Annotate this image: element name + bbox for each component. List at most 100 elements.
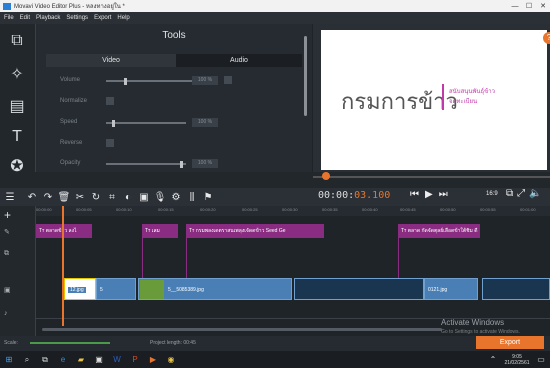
- export-button[interactable]: Export: [476, 336, 544, 349]
- scale-label: Scale:: [4, 340, 18, 346]
- tools-scrollbar[interactable]: [304, 36, 307, 116]
- speed-label: Speed: [60, 119, 78, 125]
- edge-icon[interactable]: e: [54, 355, 72, 364]
- opacity-value[interactable]: 100 %: [192, 159, 218, 168]
- volume-knob[interactable]: [124, 77, 127, 85]
- window-title: Movavi Video Editor Plus - หลงทางอยู่ใน …: [14, 4, 125, 10]
- close-button[interactable]: ✕: [536, 2, 550, 10]
- menu-settings[interactable]: Settings: [66, 15, 88, 21]
- opacity-slider[interactable]: [106, 160, 186, 168]
- video-clip[interactable]: 5: [96, 278, 136, 300]
- minimize-button[interactable]: —: [508, 3, 522, 10]
- cut-icon[interactable]: ✂: [72, 192, 88, 203]
- menu-help[interactable]: Help: [117, 15, 129, 21]
- notifications-icon[interactable]: ▭: [532, 355, 550, 364]
- audio-track-icon[interactable]: ♪: [4, 310, 8, 317]
- title-clip[interactable]: Tт ตลาด กัดจัดตุลย์เลือดข้าใต้ชิม ดี: [398, 224, 480, 238]
- ruler-tick: 00:01:00: [520, 207, 536, 212]
- menu-export[interactable]: Export: [94, 15, 111, 21]
- volume-slider[interactable]: [106, 77, 196, 85]
- video-track-icon[interactable]: ▣: [4, 286, 11, 294]
- video-clip-strip[interactable]: [294, 278, 424, 300]
- preview-scrubber-knob[interactable]: [322, 172, 330, 180]
- redo-icon[interactable]: ↷: [40, 192, 56, 203]
- play-icon[interactable]: ▶: [425, 189, 433, 200]
- volume-mute-toggle[interactable]: [224, 76, 232, 84]
- reverse-checkbox[interactable]: [106, 139, 114, 147]
- menu-edit[interactable]: Edit: [20, 15, 30, 21]
- title-clip[interactable]: Tт กรมพลงเดตราสนเพลุงเจัดดข้าว Seed Ge: [186, 224, 324, 238]
- opacity-knob[interactable]: [180, 160, 183, 168]
- import-media-icon[interactable]: ⧉: [6, 30, 28, 52]
- delete-icon[interactable]: 🗑: [56, 192, 72, 203]
- file-explorer-icon[interactable]: ▰: [72, 355, 90, 364]
- speed-slider[interactable]: [106, 119, 186, 127]
- playhead[interactable]: [62, 206, 64, 326]
- store-icon[interactable]: ▣: [90, 355, 108, 364]
- maximize-button[interactable]: ☐: [522, 2, 536, 10]
- search-icon[interactable]: ⌕: [18, 355, 36, 365]
- volume-value[interactable]: 100 %: [192, 76, 218, 85]
- equalizer-icon[interactable]: ⫼: [184, 192, 200, 203]
- ruler-tick: 00:00:10: [116, 207, 132, 212]
- menu-list-icon[interactable]: ☰: [2, 192, 18, 203]
- volume-icon[interactable]: 🔈: [529, 188, 541, 199]
- tab-audio[interactable]: Audio: [176, 54, 302, 67]
- clock[interactable]: 9:05 21/02/2561: [502, 354, 532, 366]
- volume-label: Volume: [60, 77, 81, 83]
- transitions-icon[interactable]: ▤: [6, 96, 28, 118]
- color-adjust-icon[interactable]: ◐: [120, 192, 136, 203]
- settings-gear-icon[interactable]: ⚙: [168, 192, 184, 203]
- filters-icon[interactable]: ✧: [6, 64, 28, 86]
- timeline-scrollbar[interactable]: [42, 328, 442, 331]
- next-icon[interactable]: ⏭: [439, 189, 448, 200]
- volume-row: Volume: [60, 74, 106, 86]
- title-clip[interactable]: Tт ตลาดข้าว ลงไ: [36, 224, 92, 238]
- title-clip[interactable]: Tт เลม: [142, 224, 178, 238]
- timecode-current: 03.100: [354, 190, 391, 201]
- clip-properties-icon[interactable]: ▣: [136, 192, 152, 203]
- network-icon[interactable]: ⌃: [484, 355, 502, 364]
- speed-value[interactable]: 100 %: [192, 118, 218, 127]
- video-clip[interactable]: 0121.jpg: [424, 278, 478, 300]
- preview-canvas[interactable]: กรมการข้าว สนับสนุนพันธุ์ข้าว จดทะเบียน: [321, 30, 547, 170]
- tab-video[interactable]: Video: [46, 54, 176, 67]
- task-view-icon[interactable]: ⧉: [36, 355, 54, 365]
- word-icon[interactable]: W: [108, 355, 126, 364]
- preview-scrubber-track[interactable]: [313, 176, 550, 178]
- status-bar: Scale: Project length: 00:45: [0, 336, 550, 351]
- scale-slider[interactable]: [30, 342, 110, 344]
- detach-preview-icon[interactable]: ⧉: [506, 188, 513, 199]
- previous-icon[interactable]: ⏮: [410, 189, 419, 200]
- movavi-icon[interactable]: ▶: [144, 355, 162, 364]
- undo-icon[interactable]: ↶: [24, 192, 40, 203]
- menu-playback[interactable]: Playback: [36, 15, 60, 21]
- timecode: 00:00:03.100: [318, 190, 390, 201]
- title-track-edit-icon[interactable]: ✎: [4, 228, 10, 236]
- video-clip-strip[interactable]: [482, 278, 550, 300]
- video-clip[interactable]: 5__5085389.jpg: [138, 278, 292, 300]
- overlay-track-icon[interactable]: ⧉: [4, 250, 9, 258]
- aspect-ratio[interactable]: 16:9: [486, 191, 498, 197]
- menu-file[interactable]: File: [4, 15, 14, 21]
- reverse-label: Reverse: [60, 140, 83, 146]
- speed-row: Speed: [60, 116, 106, 128]
- timeline-ruler[interactable]: 00:00:00 00:00:05 00:00:10 00:00:15 00:0…: [36, 206, 550, 216]
- marker-flag-icon[interactable]: ⚑: [200, 192, 216, 203]
- normalize-checkbox[interactable]: [106, 97, 114, 105]
- video-clip[interactable]: 12.jpg: [64, 278, 96, 300]
- powerpoint-icon[interactable]: P: [126, 355, 144, 364]
- rotate-icon[interactable]: ↻: [88, 192, 104, 203]
- start-icon[interactable]: ⊞: [0, 355, 18, 364]
- ruler-tick: 00:00:15: [158, 207, 174, 212]
- speed-knob[interactable]: [112, 119, 115, 127]
- fullscreen-icon[interactable]: ⤢: [517, 188, 525, 199]
- help-icon[interactable]: ?: [543, 32, 550, 44]
- crop-icon[interactable]: ⌗: [104, 192, 120, 203]
- titles-icon[interactable]: T: [6, 126, 28, 148]
- ruler-tick: 00:00:30: [282, 207, 298, 212]
- chrome-icon[interactable]: ◉: [162, 355, 180, 364]
- record-audio-icon[interactable]: 🎙: [152, 192, 168, 203]
- add-track-icon[interactable]: +: [4, 208, 11, 222]
- ruler-tick: 00:00:40: [362, 207, 378, 212]
